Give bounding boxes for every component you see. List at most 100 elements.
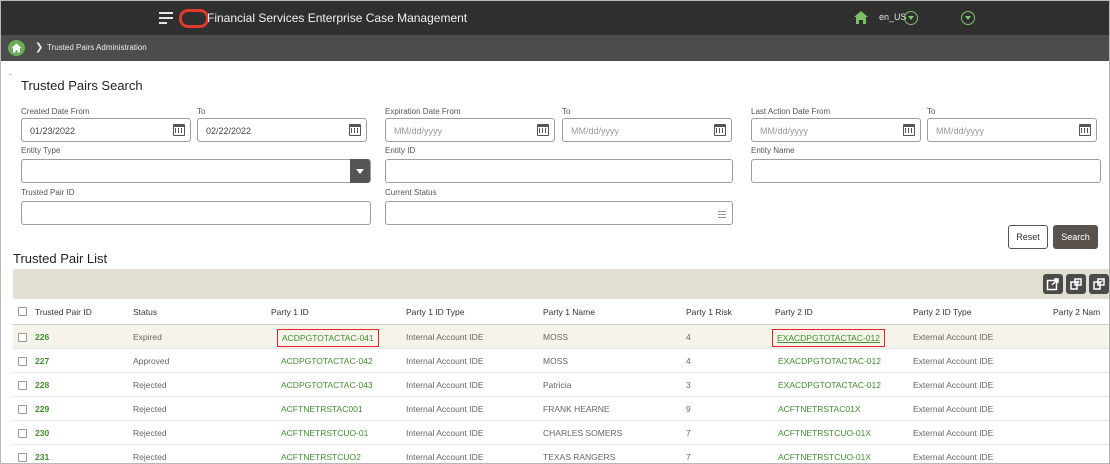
table-row[interactable]: 228 Rejected ACDPGTOTACTAC-043 Internal …	[13, 373, 1109, 397]
created-from-label: Created Date From	[21, 107, 90, 116]
reset-button[interactable]: Reset	[1008, 225, 1048, 249]
party2-id-link[interactable]: EXACDPGTOTACTAC-012	[778, 349, 881, 372]
entity-id-label: Entity ID	[385, 146, 416, 155]
multiselect-icon[interactable]	[718, 211, 726, 218]
table-row[interactable]: 227 Approved ACDPGTOTACTAC-042 Internal …	[13, 349, 1109, 373]
column-header[interactable]: Party 2 Nam	[1053, 299, 1100, 324]
column-header[interactable]: Party 1 Name	[543, 299, 595, 324]
party1-risk: 4	[686, 332, 691, 342]
party2-id-link[interactable]: ACFTNETRSTCUO-01X	[778, 421, 871, 444]
column-header[interactable]: Party 2 ID Type	[913, 299, 971, 324]
party1-risk: 7	[686, 428, 691, 438]
party2-id-type: External Account IDE	[913, 452, 994, 462]
party1-id-type: Internal Account IDE	[406, 332, 484, 342]
column-header[interactable]: Party 2 ID	[775, 299, 813, 324]
entity-type-select[interactable]	[21, 159, 371, 183]
dropdown-arrow-icon[interactable]	[350, 159, 370, 183]
expiration-from-label: Expiration Date From	[385, 107, 461, 116]
column-header[interactable]: Party 1 Risk	[686, 299, 732, 324]
party1-id-link[interactable]: ACFTNETRSTCUO2	[281, 445, 361, 464]
party2-id-type: External Account IDE	[913, 332, 994, 342]
entity-id-field[interactable]	[385, 159, 733, 183]
party2-id-link[interactable]: EXACDPGTOTACTAC-012	[778, 373, 881, 396]
calendar-icon[interactable]	[537, 124, 549, 136]
select-all-checkbox[interactable]	[18, 307, 27, 316]
status-text: Approved	[133, 356, 170, 366]
edit-pair-icon[interactable]	[1089, 274, 1109, 294]
calendar-icon[interactable]	[903, 124, 915, 136]
column-header[interactable]: Party 1 ID Type	[406, 299, 464, 324]
status-text: Rejected	[133, 404, 167, 414]
table-row[interactable]: 229 Rejected ACFTNETRSTAC001 Internal Ac…	[13, 397, 1109, 421]
column-header[interactable]: Status	[133, 299, 157, 324]
collapse-chevron-icon[interactable]: ˇ	[9, 73, 12, 82]
table-row[interactable]: 226 Expired ACDPGTOTACTAC-041 Internal A…	[13, 325, 1109, 349]
calendar-icon[interactable]	[714, 124, 726, 136]
row-checkbox[interactable]	[18, 381, 27, 390]
row-checkbox[interactable]	[18, 429, 27, 438]
party1-id-link[interactable]: ACDPGTOTACTAC-043	[281, 373, 373, 396]
list-toolbar	[13, 269, 1109, 299]
party1-id-link[interactable]: ACFTNETRSTAC001	[281, 397, 363, 420]
calendar-icon[interactable]	[173, 124, 185, 136]
status-text: Rejected	[133, 452, 167, 462]
trusted-pair-id-link[interactable]: 228	[35, 373, 49, 396]
last-action-from-field[interactable]: MM/dd/yyyy	[751, 118, 921, 142]
trusted-pair-id-link[interactable]: 231	[35, 445, 49, 464]
trusted-pair-id-link[interactable]: 226	[35, 325, 49, 348]
entity-type-label: Entity Type	[21, 146, 61, 155]
user-menu-chevron-icon[interactable]	[961, 11, 975, 25]
party1-risk: 9	[686, 404, 691, 414]
party2-id-link[interactable]: ACFTNETRSTCUO-01X	[778, 445, 871, 464]
party2-id-link[interactable]: EXACDPGTOTACTAC-012	[772, 329, 885, 347]
row-checkbox[interactable]	[18, 405, 27, 414]
search-button[interactable]: Search	[1053, 225, 1098, 249]
status-text: Rejected	[133, 428, 167, 438]
home-icon[interactable]	[853, 10, 869, 25]
party1-name: TEXAS RANGERS	[543, 452, 616, 462]
current-status-label: Current Status	[385, 188, 437, 197]
trusted-pair-id-field[interactable]	[21, 201, 371, 225]
app-header: Financial Services Enterprise Case Manag…	[1, 1, 1109, 35]
expiration-to-field[interactable]: MM/dd/yyyy	[562, 118, 732, 142]
calendar-icon[interactable]	[349, 124, 361, 136]
party1-id-link[interactable]: ACFTNETRSTCUO-01	[281, 421, 368, 444]
party2-id-type: External Account IDE	[913, 404, 994, 414]
app-title: Financial Services Enterprise Case Manag…	[207, 11, 468, 25]
oracle-logo	[179, 9, 209, 28]
current-status-select[interactable]	[385, 201, 733, 225]
add-pair-icon[interactable]	[1066, 274, 1086, 294]
table-row[interactable]: 230 Rejected ACFTNETRSTCUO-01 Internal A…	[13, 421, 1109, 445]
party1-id-link[interactable]: ACDPGTOTACTAC-042	[281, 349, 373, 372]
calendar-icon[interactable]	[1079, 124, 1091, 136]
trusted-pair-id-link[interactable]: 227	[35, 349, 49, 372]
locale-label[interactable]: en_US	[879, 12, 907, 22]
trusted-pair-id-link[interactable]: 229	[35, 397, 49, 420]
trusted-pair-id-link[interactable]: 230	[35, 421, 49, 444]
created-to-field[interactable]: 02/22/2022	[197, 118, 367, 142]
row-checkbox[interactable]	[18, 357, 27, 366]
expiration-from-field[interactable]: MM/dd/yyyy	[385, 118, 555, 142]
export-icon[interactable]	[1043, 274, 1063, 294]
breadcrumb-home-icon[interactable]	[8, 40, 25, 56]
trusted-pair-id-label: Trusted Pair ID	[21, 188, 75, 197]
row-checkbox[interactable]	[18, 333, 27, 342]
list-section-title: Trusted Pair List	[13, 251, 108, 266]
chevron-down-icon[interactable]	[904, 11, 918, 25]
status-text: Rejected	[133, 380, 167, 390]
created-from-field[interactable]: 01/23/2022	[21, 118, 191, 142]
column-header[interactable]: Party 1 ID	[271, 299, 309, 324]
row-checkbox[interactable]	[18, 453, 27, 462]
party1-name: MOSS	[543, 356, 569, 366]
table-row[interactable]: 231 Rejected ACFTNETRSTCUO2 Internal Acc…	[13, 445, 1109, 464]
last-action-to-field[interactable]: MM/dd/yyyy	[927, 118, 1097, 142]
party2-id-link[interactable]: ACFTNETRSTAC01X	[778, 397, 861, 420]
party1-id-link[interactable]: ACDPGTOTACTAC-041	[277, 329, 379, 347]
party1-name: FRANK HEARNE	[543, 404, 610, 414]
hamburger-icon[interactable]	[159, 12, 173, 24]
party1-name: CHARLES SOMERS	[543, 428, 623, 438]
created-to-label: To	[197, 107, 206, 116]
column-header[interactable]: Trusted Pair ID	[35, 299, 92, 324]
status-text: Expired	[133, 332, 162, 342]
entity-name-field[interactable]	[751, 159, 1101, 183]
